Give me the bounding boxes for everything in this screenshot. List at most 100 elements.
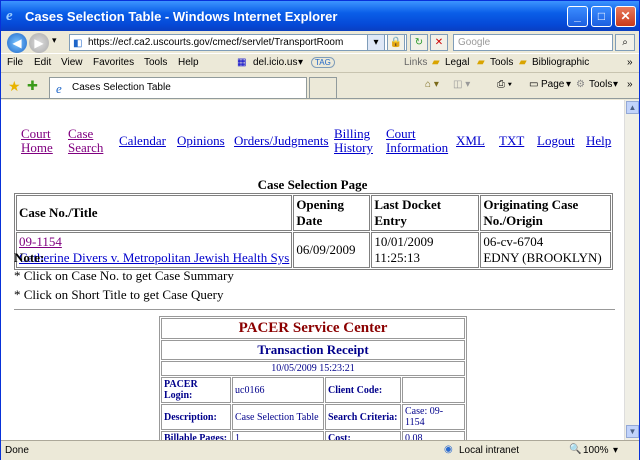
receipt-header: PACER Service Center (161, 318, 465, 339)
window-title: Cases Selection Table - Windows Internet… (25, 9, 338, 24)
tab-cases-selection[interactable]: e Cases Selection Table (49, 77, 307, 98)
billable-pages-label: Billable Pages: (161, 431, 231, 440)
ie-logo-icon: e (6, 8, 13, 24)
url-text: https://ecf.ca2.uscourts.gov/cmecf/servl… (88, 37, 344, 48)
gear-icon[interactable]: ⚙ (576, 79, 585, 90)
menu-edit[interactable]: Edit (34, 57, 51, 68)
url-dropdown-icon[interactable]: ▾ (367, 34, 385, 51)
status-bar: Done ◉ Local intranet 🔍 100% ▾ (1, 440, 639, 460)
nav-help[interactable]: Help (586, 134, 611, 148)
browser-window: e Cases Selection Table - Windows Intern… (0, 0, 640, 460)
search-criteria-value: Case: 09-1154 (402, 404, 465, 430)
origin-court: EDNY (BROOKLYN) (483, 250, 602, 265)
close-window-button[interactable]: ✕ (615, 6, 636, 27)
history-dropdown-icon[interactable]: ▾ (52, 35, 57, 46)
nav-xml[interactable]: XML (456, 134, 485, 148)
page-dropdown-icon[interactable]: ▾ (566, 79, 571, 90)
nav-billing-history[interactable]: Billing History (334, 127, 373, 155)
zoom-dropdown-icon[interactable]: ▾ (613, 445, 618, 456)
tab-bar: ★ ✚ e Cases Selection Table ⌂ ▾ ◫ ▾ ⎙ ▾ … (1, 73, 639, 99)
feeds-icon[interactable]: ◫ ▾ (453, 79, 470, 90)
folder-icon: ▰ (432, 57, 440, 68)
nav-opinions[interactable]: Opinions (177, 134, 225, 148)
nav-court-home[interactable]: Court Home (21, 127, 53, 155)
note-line: * Click on Case No. to get Case Summary (14, 268, 234, 283)
menu-bar: File Edit View Favorites Tools Help ▦ de… (1, 53, 639, 73)
login-label: PACER Login: (161, 377, 231, 403)
home-icon[interactable]: ⌂ ▾ (425, 79, 439, 90)
refresh-icon[interactable]: ↻ (410, 34, 428, 51)
nav-calendar[interactable]: Calendar (119, 134, 166, 148)
link-legal[interactable]: Legal (445, 57, 469, 68)
vertical-scrollbar[interactable]: ▲ ▼ (624, 100, 639, 440)
column-header: Last Docket Entry (371, 195, 480, 231)
delicious-button[interactable]: del.icio.us (253, 57, 297, 68)
table-row: Billable Pages: 1 Cost: 0.08 (161, 431, 465, 440)
zoom-icon: 🔍 (569, 444, 582, 455)
zoom-level[interactable]: 100% (583, 445, 609, 456)
case-cell: 09-1154 Catherine Divers v. Metropolitan… (16, 232, 293, 268)
favorites-star-icon[interactable]: ★ (8, 78, 21, 95)
lock-icon[interactable]: 🔒 (387, 34, 405, 51)
add-favorites-icon[interactable]: ✚ (27, 78, 38, 94)
intranet-icon: ◉ (444, 444, 453, 455)
case-number-link[interactable]: 09-1154 (19, 234, 62, 249)
receipt-subheader: Transaction Receipt (161, 340, 465, 360)
note-line: * Click on Short Title to get Case Query (14, 287, 224, 302)
forward-button[interactable]: ▶ (29, 33, 49, 53)
page-title: Case Selection Page (257, 177, 368, 192)
search-icon[interactable]: ⌕ (615, 34, 635, 51)
nav-case-search[interactable]: Case Search (68, 127, 103, 155)
chevron-right-icon[interactable]: » (627, 79, 633, 90)
column-header: Case No./Title (16, 195, 293, 231)
scroll-up-icon[interactable]: ▲ (626, 101, 639, 114)
menu-file[interactable]: File (7, 57, 23, 68)
maximize-button[interactable]: □ (591, 6, 612, 27)
column-header: Originating Case No./Origin (480, 195, 611, 231)
link-bibliographic[interactable]: Bibliographic (532, 57, 589, 68)
url-input[interactable]: ◧ https://ecf.ca2.uscourts.gov/cmecf/ser… (69, 34, 407, 51)
chevron-right-icon[interactable]: » (627, 57, 633, 68)
new-tab-button[interactable] (309, 77, 337, 98)
client-code-label: Client Code: (325, 377, 401, 403)
originating-case-no: 06-cv-6704 (483, 234, 544, 249)
menu-view[interactable]: View (61, 57, 83, 68)
table-row: Description: Case Selection Table Search… (161, 404, 465, 430)
nav-logout[interactable]: Logout (537, 134, 575, 148)
page-menu-icon[interactable]: ▭ (529, 79, 538, 90)
print-icon[interactable]: ⎙ ▾ (497, 79, 512, 90)
menu-favorites[interactable]: Favorites (93, 57, 134, 68)
nav-txt[interactable]: TXT (499, 134, 524, 148)
search-criteria-label: Search Criteria: (325, 404, 401, 430)
cost-value: 0.08 (402, 431, 465, 440)
tag-button[interactable]: TAG (311, 57, 335, 68)
back-button[interactable]: ◀ (7, 33, 27, 53)
status-text: Done (5, 445, 29, 456)
ie-tab-icon: e (56, 81, 62, 96)
cost-label: Cost: (325, 431, 401, 440)
menu-tools[interactable]: Tools (144, 57, 167, 68)
search-input[interactable]: Google (453, 34, 613, 51)
minimize-button[interactable]: _ (567, 6, 588, 27)
receipt-table: PACER Service Center Transaction Receipt… (159, 316, 467, 440)
opening-date: 06/09/2009 (293, 232, 371, 268)
billable-pages-value: 1 (232, 431, 324, 440)
description-label: Description: (161, 404, 231, 430)
client-code-value (402, 377, 465, 403)
menu-help[interactable]: Help (178, 57, 199, 68)
tools-menu[interactable]: Tools (589, 79, 612, 90)
cases-table: Case No./Title Opening Date Last Docket … (14, 193, 613, 270)
stop-icon[interactable]: ✕ (430, 34, 448, 51)
scroll-down-icon[interactable]: ▼ (626, 425, 639, 438)
folder-icon: ▰ (519, 57, 527, 68)
page-content: Court Home Case Search Calendar Opinions O… (1, 100, 624, 440)
page-icon: ◧ (73, 38, 83, 49)
tools-dropdown-icon[interactable]: ▾ (613, 79, 618, 90)
nav-orders-judgments[interactable]: Orders/Judgments (234, 134, 329, 148)
nav-court-information[interactable]: Court Information (386, 127, 448, 155)
case-title-link[interactable]: Catherine Divers v. Metropolitan Jewish … (19, 250, 289, 265)
delicious-dropdown-icon[interactable]: ▾ (298, 57, 303, 68)
delicious-icon[interactable]: ▦ (237, 57, 246, 68)
page-menu[interactable]: Page (541, 79, 564, 90)
link-tools[interactable]: Tools (490, 57, 513, 68)
